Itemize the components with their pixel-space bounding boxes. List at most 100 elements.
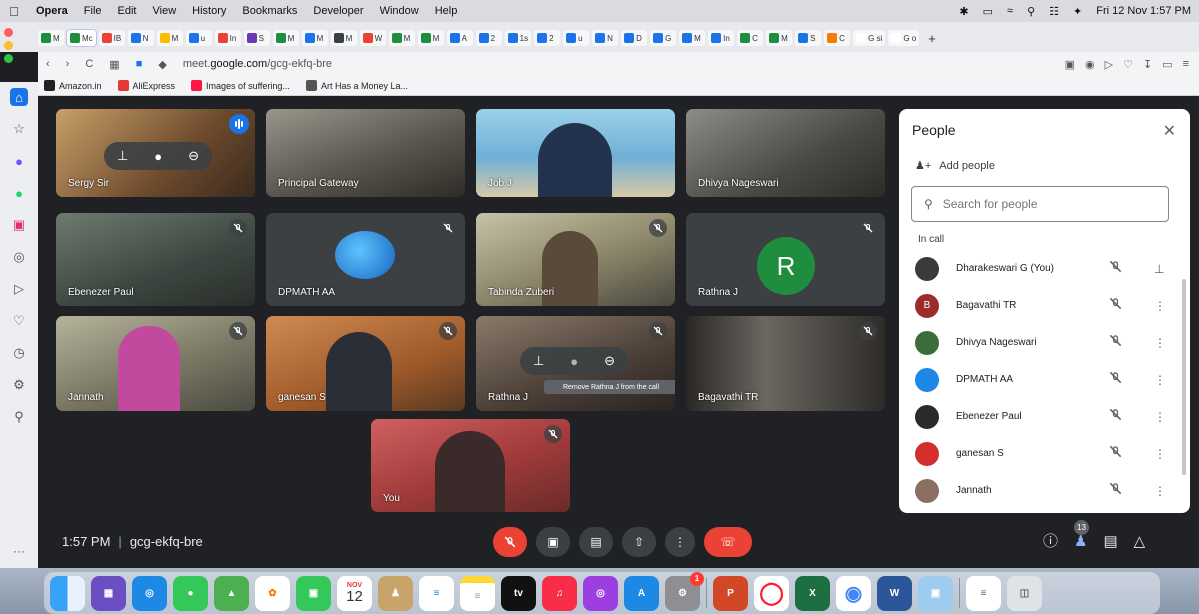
instagram-icon[interactable]: ▣ [10,216,28,234]
bookmark-item[interactable]: AliExpress [117,80,175,91]
contacts-icon[interactable]: ♟ [378,575,413,611]
finder-icon[interactable] [50,575,85,611]
battery-saver-icon[interactable]: ▭ [1162,58,1172,71]
browser-tab[interactable]: D [621,30,648,46]
notes-icon[interactable]: ≡ [460,575,495,611]
tile-self-view[interactable]: You [371,419,570,512]
more-options-icon[interactable]: ⋮ [1154,447,1166,461]
browser-tab[interactable]: A [446,30,473,46]
tile-bagavathi-tr[interactable]: Bagavathi TR [686,316,885,411]
close-window-icon[interactable] [4,28,13,37]
browser-tab[interactable]: S [795,30,822,46]
browser-tab[interactable]: S [243,30,270,46]
opera-icon[interactable]: ◯ [754,575,789,611]
browser-tab[interactable]: G si [853,30,886,46]
tile-ebenezer-paul[interactable]: Ebenezer Paul [56,213,255,306]
muted-icon[interactable] [1109,334,1122,352]
browser-tab[interactable]: IB [98,30,125,46]
browser-tab[interactable]: C [737,30,764,46]
search-input[interactable] [942,197,1143,211]
more-options-icon[interactable]: ⋮ [1154,484,1166,498]
messenger-icon[interactable]: ● [10,152,28,170]
menu-history[interactable]: History [184,5,234,17]
settings-icon[interactable]: ⚙ [10,376,28,394]
menu-window[interactable]: Window [372,5,427,17]
heart-sidebar-icon[interactable]: ♡ [10,312,28,330]
whatsapp-icon[interactable]: ● [10,184,28,202]
browser-tab[interactable]: Mc [67,30,96,46]
system-preferences-icon[interactable]: ⚙ 1 [665,571,704,611]
chat-icon[interactable]: ▤ [1103,532,1117,550]
siri-icon[interactable]: ✦ [1073,5,1082,18]
activities-icon[interactable]: △ [1134,532,1146,550]
mic-icon[interactable]: ● [154,149,162,164]
browser-tab[interactable]: M [330,30,357,46]
battery-icon[interactable]: ▭ [983,5,993,18]
photos-icon[interactable]: ✿ [255,575,290,611]
pin-icon[interactable]: ⊥ [117,148,128,164]
muted-icon[interactable] [1109,371,1122,389]
browser-tab[interactable]: 1s [504,30,532,46]
document-icon[interactable]: ≡ [966,575,1001,611]
word-icon[interactable]: W [877,575,912,611]
participant-row[interactable]: Dhivya Nageswari ⋮ [899,324,1179,361]
browser-tab[interactable]: M [301,30,328,46]
menu-file[interactable]: File [76,5,110,17]
forward-icon[interactable]: › [58,58,78,70]
browser-tab[interactable]: M [156,30,183,46]
browser-tab[interactable]: M [388,30,415,46]
close-icon[interactable]: ✕ [1163,121,1176,141]
send-icon[interactable]: ▷ [1105,58,1113,71]
calendar-icon[interactable]: NOV 12 [337,575,372,611]
browser-tab[interactable]: G o [888,30,920,46]
muted-icon[interactable] [1109,297,1122,315]
download-icon[interactable]: ↧ [1143,58,1152,71]
menu-clock[interactable]: Fri 12 Nov 1:57 PM [1096,5,1191,17]
tile-ganesan-s[interactable]: ganesan S [266,316,465,411]
mic-toggle-button[interactable] [493,527,527,557]
reminders-icon[interactable]: ≡ [419,575,454,611]
heart-icon[interactable]: ♡ [1123,58,1133,71]
url-text[interactable]: meet.google.com/gcg-ekfq-bre [183,58,332,70]
browser-tab[interactable]: M [679,30,706,46]
apple-icon[interactable]:  [0,4,28,19]
browser-tab[interactable]: u [563,30,590,46]
people-button[interactable]: 13 ♟ [1074,519,1090,550]
send-sidebar-icon[interactable]: ▷ [10,280,28,298]
tile-principal-gateway[interactable]: Principal Gateway [266,109,465,197]
tile-dpmath-aa[interactable]: DPMATH AA [266,213,465,306]
wifi-icon[interactable]: ≈ [1007,5,1013,17]
browser-tab[interactable]: M [766,30,793,46]
participant-row[interactable]: ganesan S ⋮ [899,435,1179,472]
app-store-icon[interactable]: A [624,575,659,611]
star-icon[interactable]: ☆ [10,120,28,138]
camera-toggle-button[interactable]: ▣ [536,527,570,557]
safari-icon[interactable]: ◎ [132,575,167,611]
browser-tab[interactable]: In [708,30,735,46]
control-center-icon[interactable]: ☷ [1049,5,1059,18]
tile-dhivya-nageswari[interactable]: Dhivya Nageswari [686,109,885,197]
browser-tab[interactable]: M [272,30,299,46]
home-icon[interactable]: ⌂ [10,88,28,106]
apple-tv-icon[interactable]: tv [501,575,536,611]
tile-job-j[interactable]: Job J [476,109,675,197]
more-options-icon[interactable]: ⋮ [1154,373,1166,387]
minimize-window-icon[interactable] [4,41,13,50]
preview-icon[interactable]: ▣ [918,575,953,611]
maps-icon[interactable]: ▲ [214,575,249,611]
browser-tab[interactable]: In [214,30,241,46]
history-icon[interactable]: ◷ [10,344,28,362]
menu-help[interactable]: Help [427,5,466,17]
participant-row[interactable]: Dharakeswari G (You) ⊥ [899,250,1179,287]
more-options-icon[interactable]: ⋮ [1154,336,1166,350]
participant-row[interactable]: Jannath ⋮ [899,472,1179,509]
participant-row[interactable]: DPMATH AA ⋮ [899,361,1179,398]
captions-button[interactable]: ▤ [579,527,613,557]
people-scrollbar[interactable] [1182,279,1186,475]
browser-tab[interactable]: u [185,30,212,46]
bookmark-item[interactable]: Art Has a Money La... [305,80,408,91]
muted-icon[interactable] [1109,260,1122,278]
remove-icon[interactable]: ⊖ [604,353,615,369]
menu-bookmarks[interactable]: Bookmarks [234,5,305,17]
bookmark-item[interactable]: Amazon.in [44,80,102,91]
